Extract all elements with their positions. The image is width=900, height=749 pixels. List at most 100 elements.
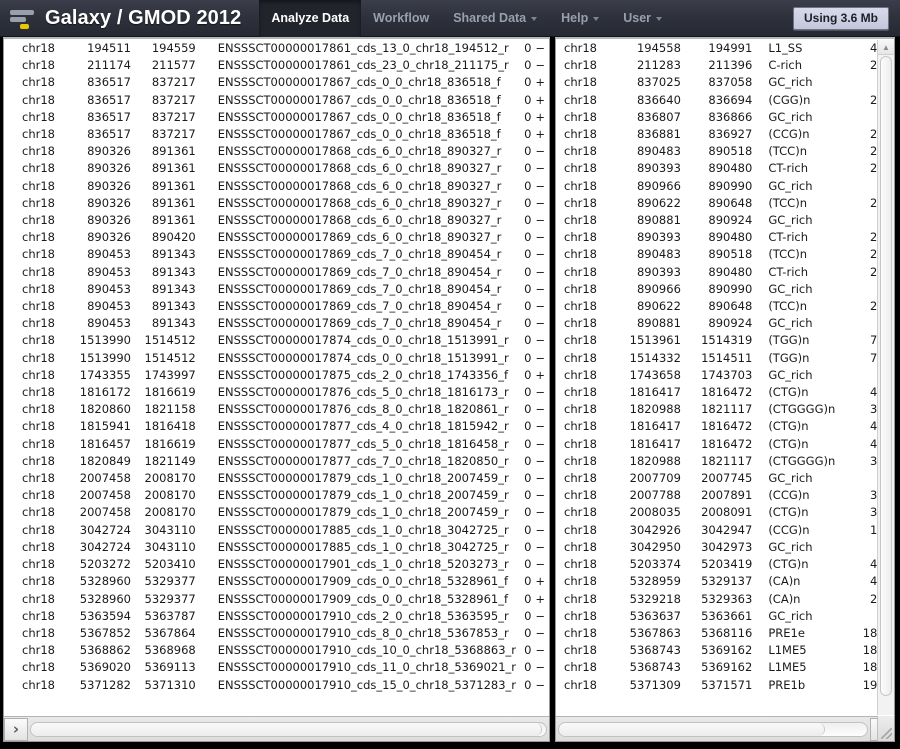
table-cell: chr18	[564, 436, 597, 451]
table-cell: GC_rich	[768, 109, 813, 124]
scroll-track-left[interactable]	[30, 721, 547, 737]
table-cell: chr18	[22, 281, 55, 296]
table-cell: 3042973	[701, 539, 753, 554]
table-cell: 890480	[708, 264, 753, 279]
horizontal-scrollbar-right[interactable]: ‹	[556, 716, 894, 741]
table-cell: 5368743	[629, 643, 681, 658]
table-cell: −	[535, 144, 546, 159]
table-row: chr18 5368862 5368968 ENSSSCT00000017910_cd…	[4, 642, 549, 659]
bed-table-right: chr18194558194991L1_SS469chr182112832113…	[556, 40, 894, 694]
table-cell: 0	[524, 213, 532, 228]
table-row: chr1815143321514511(TGG)n744	[556, 350, 894, 367]
tab-workflow[interactable]: Workflow	[361, 0, 441, 37]
table-cell: chr18	[22, 522, 55, 537]
table-cell: chr18	[22, 453, 55, 468]
scroll-right-arrow-icon[interactable]: ›	[4, 717, 28, 741]
quota-badge[interactable]: Using 3.6 Mb	[792, 6, 889, 30]
table-cell: ENSSSCT00000017861_cds_13_0_chr18_194512…	[217, 41, 509, 55]
table-cell: 0	[524, 41, 532, 55]
table-row: chr18 890453 891343 ENSSSCT00000017869_cds_…	[4, 246, 549, 263]
table-row: chr18 1820860 1821158 ENSSSCT00000017876_cd…	[4, 401, 549, 418]
table-cell: 5369113	[144, 660, 196, 675]
table-cell: −	[535, 316, 546, 331]
table-cell: chr18	[22, 385, 55, 400]
table-cell: 1821149	[144, 453, 196, 468]
table-cell: ENSSSCT00000017909_cds_0_0_chr18_5328961…	[217, 574, 509, 589]
table-cell: 1816472	[701, 385, 753, 400]
table-row: chr18 890453 891343 ENSSSCT00000017869_cds_…	[4, 264, 549, 281]
tab-help-label: Help	[561, 11, 589, 25]
table-row: chr18 1820849 1821149 ENSSSCT00000017877_cd…	[4, 453, 549, 470]
table-cell: 0	[524, 660, 532, 675]
scroll-thumb-right[interactable]	[559, 722, 825, 736]
table-row: chr18836881836927(CCG)n273	[556, 126, 894, 143]
tab-user[interactable]: User	[611, 0, 674, 37]
table-cell: 5329218	[629, 591, 681, 606]
table-cell: 0	[524, 316, 532, 331]
table-cell: 890990	[708, 178, 753, 193]
tab-analyze-data[interactable]: Analyze Data	[259, 0, 362, 37]
vertical-scrollbar-right[interactable]: ▲	[877, 40, 894, 715]
table-cell: GC_rich	[768, 608, 813, 623]
table-cell: 1816619	[144, 436, 196, 451]
table-row: chr18836807836866GC_rich45	[556, 109, 894, 126]
table-cell: (CTGGGG)n	[768, 402, 836, 417]
table-cell: chr18	[22, 367, 55, 382]
table-cell: 3043110	[144, 539, 196, 554]
tab-shared-data[interactable]: Shared Data	[441, 0, 549, 37]
table-cell: ENSSSCT00000017879_cds_1_0_chr18_2007459…	[217, 505, 509, 520]
table-cell: ENSSSCT00000017875_cds_2_0_chr18_1743356…	[217, 367, 509, 382]
resize-grip-icon[interactable]	[877, 716, 894, 741]
table-cell: 5329137	[701, 574, 753, 589]
table-row: chr18890393890480CT-rich230	[556, 160, 894, 177]
table-row: chr18 836517 837217 ENSSSCT00000017867_cds_…	[4, 109, 549, 126]
table-cell: 1514511	[701, 350, 753, 365]
table-cell: −	[535, 299, 546, 314]
dataset-grid-left[interactable]: chr18 194511 194559 ENSSSCT00000017861_cds_…	[4, 40, 549, 715]
table-row: chr18 2007458 2008170 ENSSSCT00000017879_cd…	[4, 470, 549, 487]
scroll-thumb-vertical[interactable]	[880, 56, 892, 696]
table-cell: 891361	[151, 144, 196, 159]
table-cell: 0	[524, 677, 532, 692]
table-cell: 890966	[636, 178, 681, 193]
table-cell: chr18	[22, 488, 55, 503]
table-cell: chr18	[564, 453, 597, 468]
table-cell: 211174	[87, 58, 131, 73]
table-cell: ENSSSCT00000017910_cds_10_0_chr18_536886…	[217, 643, 517, 658]
table-cell: 5368743	[629, 660, 681, 675]
table-row: chr18890622890648(TCC)n213	[556, 195, 894, 212]
table-cell: 890326	[87, 144, 131, 159]
table-row: chr18 5203272 5203410 ENSSSCT00000017901_cd…	[4, 556, 549, 573]
table-cell: GC_rich	[768, 539, 813, 554]
table-row: chr18890622890648(TCC)n213	[556, 298, 894, 315]
table-cell: 891361	[151, 178, 196, 193]
tab-help[interactable]: Help	[549, 0, 611, 37]
table-cell: 5363594	[79, 608, 131, 623]
dataset-pane-left: chr18 194511 194559 ENSSSCT00000017861_cds_…	[3, 37, 550, 742]
table-cell: 0	[524, 471, 532, 486]
table-cell: chr18	[564, 213, 597, 228]
table-cell: chr18	[564, 109, 597, 124]
table-cell: 836517	[87, 75, 131, 90]
dataset-grid-right[interactable]: chr18194558194991L1_SS469chr182112832113…	[556, 40, 894, 715]
table-cell: 5371310	[144, 677, 196, 692]
scroll-track-right[interactable]	[558, 721, 868, 737]
table-cell: 194991	[708, 41, 753, 55]
table-cell: 1815941	[79, 419, 131, 434]
table-cell: 891343	[151, 281, 196, 296]
table-cell: CT-rich	[768, 161, 808, 176]
brand[interactable]: Galaxy / GMOD 2012	[0, 0, 241, 37]
table-cell: +	[535, 574, 546, 589]
table-cell: 194558	[636, 41, 681, 55]
table-cell: 890453	[87, 264, 131, 279]
table-cell: chr18	[22, 109, 55, 124]
table-cell: 5329363	[701, 591, 753, 606]
table-cell: ENSSSCT00000017869_cds_7_0_chr18_890454_…	[217, 281, 502, 296]
table-row: chr18 890326 891361 ENSSSCT00000017868_cds_…	[4, 178, 549, 195]
scroll-thumb-left[interactable]	[31, 722, 542, 736]
scroll-up-arrow-icon[interactable]: ▲	[878, 40, 894, 55]
table-row: chr1818209881821117(CTGGGG)n306	[556, 453, 894, 470]
table-cell: 2008170	[144, 471, 196, 486]
table-cell: chr18	[564, 557, 597, 572]
horizontal-scrollbar-left[interactable]: ›	[4, 716, 549, 741]
